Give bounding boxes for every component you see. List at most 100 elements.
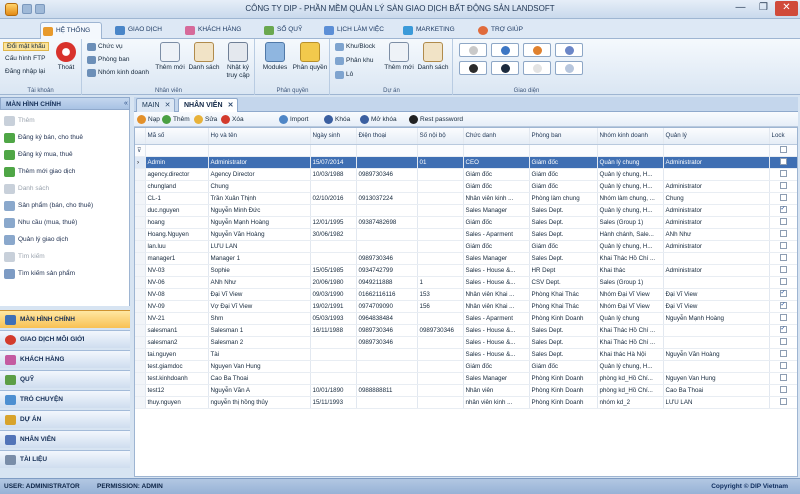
filter-cell[interactable]	[310, 144, 357, 157]
table-cell[interactable]: 0989730346	[356, 168, 418, 181]
table-cell[interactable]: salesman1	[145, 324, 209, 337]
table-cell[interactable]: Administrator	[663, 204, 770, 217]
table-cell[interactable]: Giám đốc	[529, 168, 598, 181]
filter-cell[interactable]	[417, 144, 464, 157]
table-cell[interactable]: Sales - House &...	[463, 336, 530, 349]
lock-cell[interactable]	[769, 264, 797, 277]
table-row[interactable]: salesman2 Salesman 2 0989730346 Sales - Hou…	[135, 336, 797, 349]
table-cell[interactable]: Sales Manager	[463, 252, 530, 265]
lock-checkbox[interactable]	[779, 398, 787, 406]
row-indicator[interactable]	[135, 288, 146, 301]
lock-checkbox[interactable]	[779, 386, 787, 394]
lock-cell[interactable]: ✓	[769, 300, 797, 313]
table-cell[interactable]: nguyễn thị hồng thủy	[208, 396, 311, 409]
tab-marketing[interactable]: MARKETING	[401, 22, 457, 39]
table-cell[interactable]	[356, 348, 418, 361]
table-cell[interactable]	[356, 204, 418, 217]
table-cell[interactable]: Hoang.Nguyen	[145, 228, 209, 241]
ftp-config-button[interactable]: Cấu hình FTP	[5, 55, 45, 62]
lock-checkbox[interactable]	[779, 170, 787, 178]
table-cell[interactable]	[417, 348, 464, 361]
lock-checkbox[interactable]	[779, 242, 787, 250]
table-cell[interactable]: CL-1	[145, 192, 209, 205]
table-cell[interactable]: 09/03/1990	[310, 288, 357, 301]
table-cell[interactable]: Sales (Group 1)	[597, 216, 664, 229]
maximize-button[interactable]: ❐	[752, 1, 775, 16]
table-cell[interactable]: Nguyễn Văn A	[208, 384, 311, 397]
table-cell[interactable]: Tài	[208, 348, 311, 361]
table-cell[interactable]: CSV Dept.	[529, 276, 598, 289]
table-cell[interactable]	[417, 216, 464, 229]
import-button[interactable]: Import	[279, 114, 308, 125]
lock-cell[interactable]	[769, 372, 797, 385]
table-cell[interactable]: Phòng làm chung	[529, 192, 598, 205]
nav-item-dang-ky-ban[interactable]: Đăng ký bán, cho thuê	[4, 132, 83, 144]
row-indicator[interactable]	[135, 180, 146, 193]
table-cell[interactable]: chungland	[145, 180, 209, 193]
filter-cell[interactable]	[356, 144, 418, 157]
table-cell[interactable]: Phòng Khai Thác	[529, 300, 598, 313]
table-cell[interactable]: 0913037224	[356, 192, 418, 205]
table-cell[interactable]	[417, 252, 464, 265]
table-cell[interactable]: 15/11/1993	[310, 396, 357, 409]
table-row[interactable]: NV-08 Đại Vĩ View 09/03/1990 01662116116 153…	[135, 288, 797, 301]
table-cell[interactable]: Sales Dept.	[529, 216, 598, 229]
table-cell[interactable]	[310, 348, 357, 361]
column-header[interactable]: Nhóm kinh doanh	[597, 128, 664, 145]
row-indicator[interactable]	[135, 324, 146, 337]
lock-cell[interactable]	[769, 396, 797, 409]
table-cell[interactable]	[663, 336, 770, 349]
table-cell[interactable]: NV-06	[145, 276, 209, 289]
table-cell[interactable]: Giám đốc	[529, 180, 598, 193]
doc-tab-nhan-vien[interactable]: NHÂN VIÊN ✕	[178, 98, 238, 112]
delete-button[interactable]: Xóa	[221, 114, 244, 125]
table-cell[interactable]	[417, 372, 464, 385]
row-indicator[interactable]	[135, 384, 146, 397]
table-cell[interactable]: Giám đốc	[529, 360, 598, 373]
table-cell[interactable]: Khai thác Hà Nội	[597, 348, 664, 361]
table-cell[interactable]: 20/06/1980	[310, 276, 357, 289]
table-cell[interactable]: 01	[417, 156, 464, 169]
lock-checkbox[interactable]	[779, 338, 787, 346]
table-cell[interactable]: Nguyen Van Hung	[208, 360, 311, 373]
table-cell[interactable]: 0989730346	[417, 324, 464, 337]
table-cell[interactable]: Giám đốc	[463, 168, 530, 181]
close-button[interactable]: ✕	[775, 1, 798, 16]
row-indicator[interactable]	[135, 300, 146, 313]
table-cell[interactable]: Nguyễn Văn Hoàng	[663, 348, 770, 361]
tab-giao-dich[interactable]: GIAO DỊCH	[113, 22, 169, 39]
table-cell[interactable]: Khai Thác Hồ Chí ...	[597, 336, 664, 349]
nav-item-nhu-cau[interactable]: Nhu cầu (mua, thuê)	[4, 217, 77, 229]
employee-list-button[interactable]: Danh sách	[187, 42, 221, 72]
table-cell[interactable]: Nhóm làm chung, ...	[597, 192, 664, 205]
table-row[interactable]: NV-21 Shm 05/03/1993 0964838484 Sales - Apar…	[135, 312, 797, 325]
relogin-button[interactable]: Đăng nhập lại	[5, 68, 45, 75]
table-cell[interactable]: 10/01/1890	[310, 384, 357, 397]
table-cell[interactable]: Phòng Kinh Doanh	[529, 372, 598, 385]
theme-option[interactable]	[555, 43, 583, 57]
table-row[interactable]: duc.nguyen Nguyễn Minh Đức Sales Manager Sa…	[135, 204, 797, 217]
table-cell[interactable]: Giám đốc	[463, 240, 530, 253]
lock-cell[interactable]: ✓	[769, 288, 797, 301]
table-cell[interactable]	[356, 396, 418, 409]
table-cell[interactable]: nhân viên kinh ...	[463, 396, 530, 409]
section-khach-hang[interactable]: KHÁCH HÀNG	[0, 350, 130, 368]
table-cell[interactable]	[356, 156, 418, 169]
table-cell[interactable]: Administrator	[663, 264, 770, 277]
lock-cell[interactable]	[769, 252, 797, 265]
table-cell[interactable]	[356, 360, 418, 373]
table-cell[interactable]: Quản lý chung	[597, 312, 664, 325]
table-cell[interactable]: Sales - House &...	[463, 276, 530, 289]
table-cell[interactable]: Đại Vĩ View	[663, 300, 770, 313]
table-cell[interactable]: Nhân viên Khai ...	[463, 288, 530, 301]
table-row[interactable]: test.giamdoc Nguyen Van Hung Giám đốc Giám …	[135, 360, 797, 373]
lock-checkbox[interactable]	[779, 362, 787, 370]
table-cell[interactable]: 19/02/1991	[310, 300, 357, 313]
table-cell[interactable]: Nguyễn Mạnh Hoàng	[208, 216, 311, 229]
table-cell[interactable]: 0989730346	[356, 336, 418, 349]
table-cell[interactable]: 153	[417, 288, 464, 301]
nav-item-quan-ly-giao-dich[interactable]: Quản lý giao dịch	[4, 234, 68, 246]
table-cell[interactable]: 0989730346	[356, 324, 418, 337]
table-cell[interactable]: Khai Thác Hồ Chí ...	[597, 324, 664, 337]
table-cell[interactable]: Hành chánh, Sale...	[597, 228, 664, 241]
